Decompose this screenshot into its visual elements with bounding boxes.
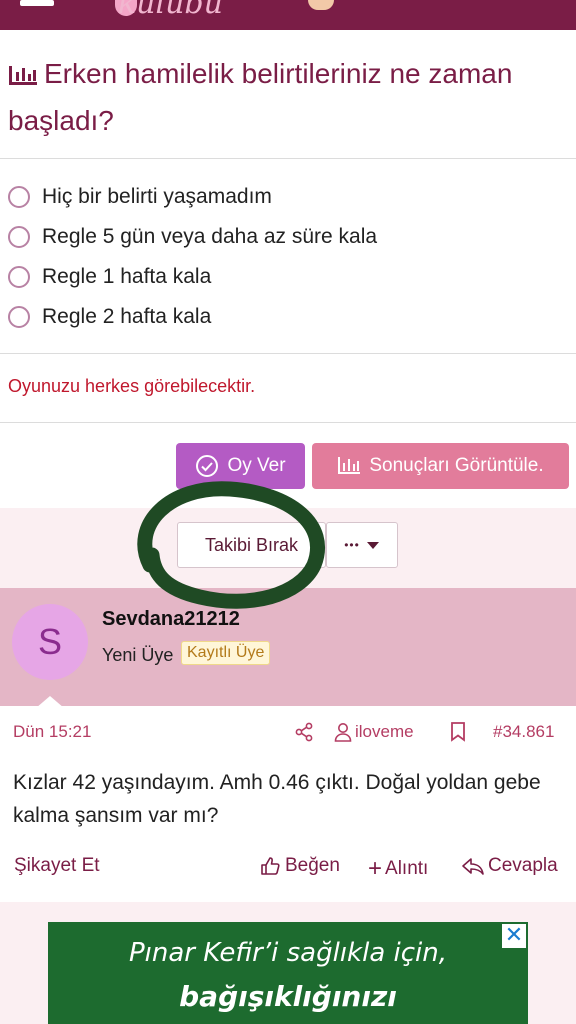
reply-button[interactable]: Cevapla <box>461 855 558 877</box>
divider <box>0 422 576 423</box>
poll-option-label: Regle 2 hafta kala <box>42 305 212 328</box>
reply-label: Cevapla <box>488 855 558 876</box>
poll-option[interactable]: Regle 5 gün veya daha az süre kala <box>8 221 377 253</box>
post-user-label: iloveme <box>355 722 414 741</box>
bar-chart-icon <box>8 55 38 99</box>
author-role: Yeni Üye <box>102 645 174 665</box>
radio-icon[interactable] <box>8 186 30 208</box>
thumbs-up-icon <box>261 857 280 875</box>
author-name[interactable]: Sevdana21212 <box>102 608 240 631</box>
user-avatar-icon[interactable] <box>308 0 334 10</box>
avatar-pointer <box>36 696 64 708</box>
site-logo[interactable]: kulübü <box>118 0 223 21</box>
quote-button[interactable]: + Alıntı <box>368 855 428 883</box>
poll-option-label: Regle 1 hafta kala <box>42 265 212 288</box>
poll-option[interactable]: Regle 1 hafta kala <box>8 261 211 293</box>
user-icon <box>334 723 352 742</box>
divider <box>0 158 576 159</box>
bar-chart-icon <box>338 457 361 474</box>
post-user-link[interactable]: iloveme <box>334 722 414 742</box>
poll-option-label: Regle 5 gün veya daha az süre kala <box>42 225 378 248</box>
radio-icon[interactable] <box>8 266 30 288</box>
avatar[interactable]: S <box>12 604 88 680</box>
quote-label: Alıntı <box>385 858 429 879</box>
ad-subheadline: bağışıklığınızı <box>179 980 397 1013</box>
more-options-button[interactable]: ••• <box>326 522 398 568</box>
caret-down-icon <box>366 542 379 549</box>
ad-headline: Pınar Kefir’i sağlıkla için, <box>128 938 448 968</box>
like-button[interactable]: Beğen <box>260 855 340 877</box>
menu-icon[interactable] <box>20 0 54 6</box>
view-results-label: Sonuçları Görüntüle. <box>369 455 544 476</box>
post-number[interactable]: #34.861 <box>493 722 554 742</box>
post-time[interactable]: Dün 15:21 <box>13 722 91 742</box>
share-icon <box>295 722 313 742</box>
post-body: Kızlar 42 yaşındayım. Amh 0.46 çıktı. Do… <box>13 771 541 827</box>
report-button[interactable]: Şikayet Et <box>14 855 100 877</box>
poll-option[interactable]: Regle 2 hafta kala <box>8 301 211 333</box>
like-label: Beğen <box>285 855 340 876</box>
site-header: kulübü <box>0 0 576 30</box>
ellipsis-icon: ••• <box>344 538 360 552</box>
advertisement-banner[interactable]: Pınar Kefir’i sağlıkla için, bağışıklığı… <box>48 922 528 1024</box>
bookmark-icon <box>451 722 465 742</box>
divider <box>0 353 576 354</box>
poll-question-text: Erken hamilelik belirtileriniz ne zaman … <box>8 58 513 136</box>
poll-public-note: Oyunuzu herkes görebilecektir. <box>8 376 256 396</box>
view-results-button[interactable]: Sonuçları Görüntüle. <box>312 443 569 489</box>
plus-icon: + <box>368 855 383 882</box>
vote-button-label: Oy Ver <box>227 455 286 476</box>
poll-question: Erken hamilelik belirtileriniz ne zaman … <box>8 52 568 143</box>
radio-icon[interactable] <box>8 226 30 248</box>
annotation-circle <box>137 481 326 609</box>
poll-option[interactable]: Hiç bir belirti yaşamadım <box>8 181 272 213</box>
share-button[interactable] <box>294 722 314 742</box>
bookmark-button[interactable] <box>450 722 466 742</box>
close-icon[interactable]: ✕ <box>502 924 526 948</box>
reply-icon <box>462 858 484 875</box>
radio-icon[interactable] <box>8 306 30 328</box>
poll-option-label: Hiç bir belirti yaşamadım <box>42 185 272 208</box>
member-badge: Kayıtlı Üye <box>181 641 271 665</box>
